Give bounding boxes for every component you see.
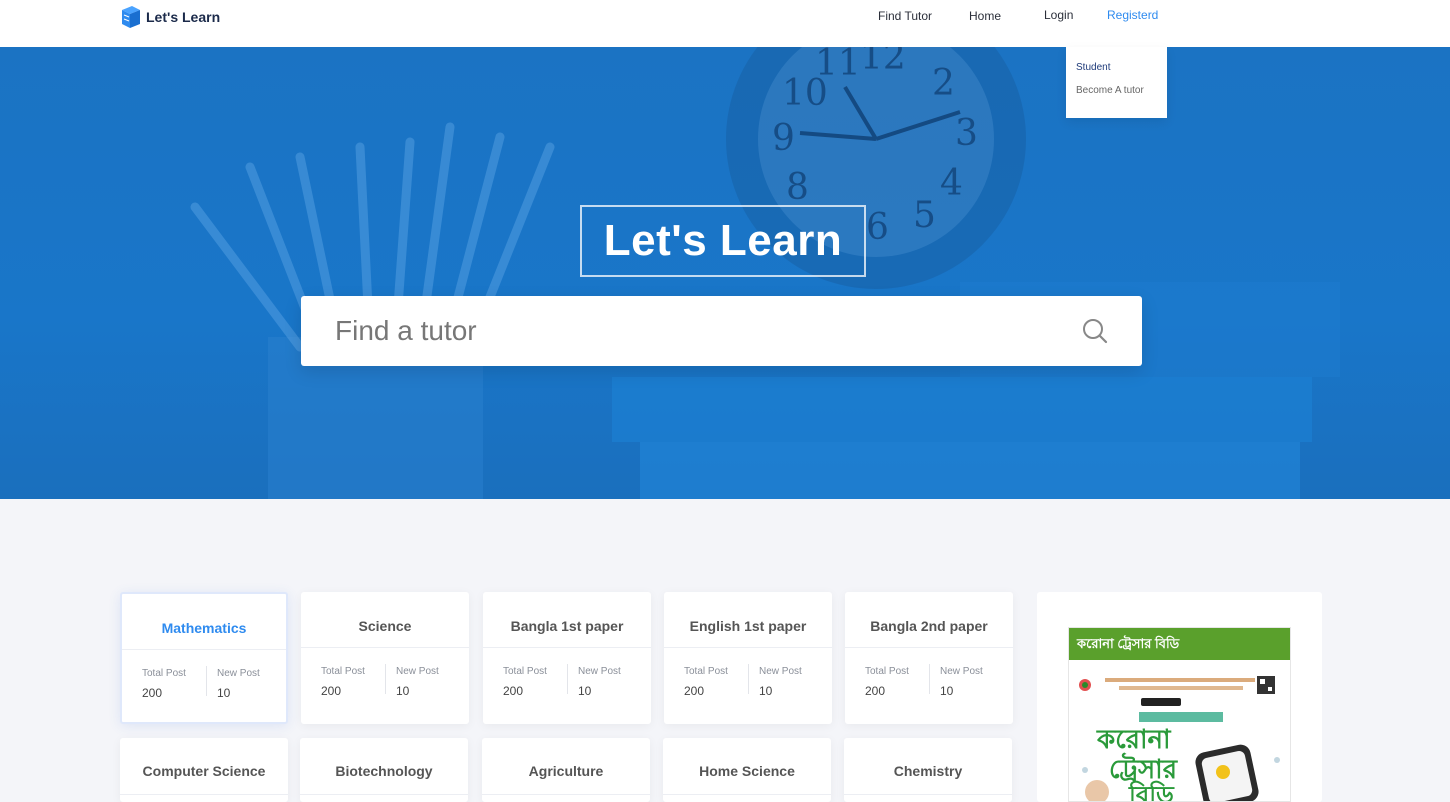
new-post-label: New Post: [217, 668, 260, 679]
stat-separator: [385, 664, 386, 694]
total-post-label: Total Post: [142, 668, 186, 679]
subject-card-science[interactable]: Science Total Post 200 New Post 10: [301, 592, 469, 724]
subject-card-bangla-1st-paper[interactable]: Bangla 1st paper Total Post 200 New Post…: [483, 592, 651, 724]
brand-name: Let's Learn: [146, 9, 221, 25]
card-divider: [301, 647, 469, 648]
search-icon[interactable]: [1082, 318, 1108, 344]
svg-text:করোনা: করোনা: [1096, 725, 1172, 755]
stat-separator: [929, 664, 930, 694]
subject-name: Biotechnology: [335, 763, 433, 779]
subject-card-computer-science[interactable]: Computer Science: [120, 738, 288, 802]
books-logo-icon: [122, 6, 140, 28]
total-post-value: 200: [321, 684, 342, 698]
subject-name: Chemistry: [893, 763, 963, 779]
subject-name: Computer Science: [142, 763, 266, 779]
card-divider: [664, 647, 832, 648]
svg-text:9: 9: [772, 118, 795, 159]
search-input[interactable]: [335, 296, 1075, 366]
new-post-value: 10: [940, 684, 954, 698]
subject-name: Bangla 2nd paper: [870, 618, 988, 634]
card-divider: [482, 794, 650, 795]
total-post-value: 200: [142, 686, 163, 700]
new-post-label: New Post: [578, 666, 621, 677]
svg-text:5: 5: [913, 195, 936, 236]
subject-name: Science: [358, 618, 412, 634]
top-navbar: Let's Learn Find Tutor Home Login Regist…: [0, 0, 1450, 47]
total-post-label: Total Post: [321, 666, 365, 677]
ad-illustration: করোনা ট্রেসার বিডি: [1079, 676, 1280, 802]
nav-find-tutor[interactable]: Find Tutor: [878, 9, 932, 23]
subject-name: Mathematics: [161, 620, 247, 636]
nav-home[interactable]: Home: [969, 9, 1001, 23]
total-post-value: 200: [503, 684, 524, 698]
hero-title: Let's Learn: [603, 216, 843, 265]
subject-name: Agriculture: [528, 763, 604, 779]
subject-name: Bangla 1st paper: [510, 618, 624, 634]
register-dropdown-menu: Student Become A tutor: [1066, 47, 1167, 118]
svg-text:2: 2: [932, 63, 955, 104]
new-post-label: New Post: [940, 666, 983, 677]
card-divider: [844, 794, 1012, 795]
subject-name: English 1st paper: [689, 618, 807, 634]
svg-text:12: 12: [860, 47, 906, 78]
subject-card-english-1st-paper[interactable]: English 1st paper Total Post 200 New Pos…: [664, 592, 832, 724]
subject-name: Home Science: [699, 763, 795, 779]
ad-header: করোনা ট্রেসার বিডি: [1069, 628, 1290, 660]
card-divider: [845, 647, 1013, 648]
subject-card-mathematics[interactable]: Mathematics Total Post 200 New Post 10: [120, 592, 288, 724]
svg-text:3: 3: [955, 113, 978, 154]
brand-logo-link[interactable]: Let's Learn: [120, 4, 220, 30]
hero-banner: 12 2 3 4 5 6 8 9 10 11 Let's Learn: [0, 47, 1450, 499]
dropdown-item-become-tutor[interactable]: Become A tutor: [1076, 85, 1144, 96]
tutor-search-bar: [301, 296, 1142, 366]
card-divider: [122, 649, 286, 650]
new-post-value: 10: [217, 686, 231, 700]
nav-register[interactable]: Registerd: [1107, 8, 1158, 22]
card-divider: [663, 794, 831, 795]
total-post-label: Total Post: [865, 666, 909, 677]
card-divider: [300, 794, 468, 795]
subject-card-biotechnology[interactable]: Biotechnology: [300, 738, 468, 802]
corona-tracer-ad-banner[interactable]: করোনা ট্রেসার বিডি করোনা ট্রেসার বিডি: [1068, 627, 1291, 802]
card-divider: [483, 647, 651, 648]
new-post-label: New Post: [396, 666, 439, 677]
stat-separator: [567, 664, 568, 694]
stat-separator: [748, 664, 749, 694]
svg-text:6: 6: [866, 207, 889, 248]
new-post-value: 10: [578, 684, 592, 698]
dropdown-item-student[interactable]: Student: [1076, 62, 1110, 73]
hero-title-frame: Let's Learn: [580, 205, 866, 277]
new-post-label: New Post: [759, 666, 802, 677]
total-post-label: Total Post: [684, 666, 728, 677]
svg-text:বিডি: বিডি: [1128, 780, 1175, 802]
new-post-value: 10: [396, 684, 410, 698]
subject-card-bangla-2nd-paper[interactable]: Bangla 2nd paper Total Post 200 New Post…: [845, 592, 1013, 724]
subject-card-chemistry[interactable]: Chemistry: [844, 738, 1012, 802]
svg-text:11: 11: [815, 47, 861, 84]
subject-card-home-science[interactable]: Home Science: [663, 738, 831, 802]
new-post-value: 10: [759, 684, 773, 698]
svg-text:8: 8: [786, 167, 809, 208]
total-post-value: 200: [684, 684, 705, 698]
subject-card-agriculture[interactable]: Agriculture: [482, 738, 650, 802]
total-post-value: 200: [865, 684, 886, 698]
stat-separator: [206, 666, 207, 696]
total-post-label: Total Post: [503, 666, 547, 677]
card-divider: [120, 794, 288, 795]
nav-login[interactable]: Login: [1044, 8, 1073, 22]
svg-text:4: 4: [940, 163, 963, 204]
